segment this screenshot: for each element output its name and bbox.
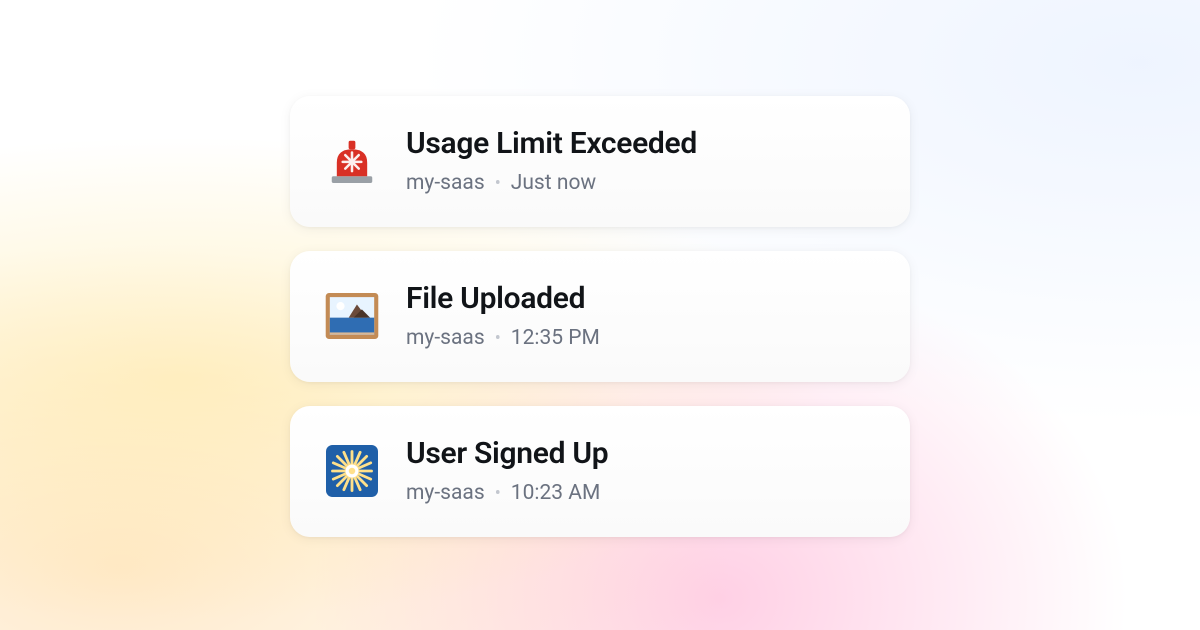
notification-source: my-saas xyxy=(406,171,485,195)
notification-source: my-saas xyxy=(406,326,485,350)
notification-meta: my-saas • 10:23 AM xyxy=(406,481,608,505)
notification-time: 10:23 AM xyxy=(511,481,601,505)
notification-title: Usage Limit Exceeded xyxy=(406,126,697,161)
sparkle-burst-icon xyxy=(324,443,380,499)
notification-card[interactable]: User Signed Up my-saas • 10:23 AM xyxy=(290,406,910,537)
meta-separator: • xyxy=(495,483,501,504)
notification-title: User Signed Up xyxy=(406,436,608,471)
notification-meta: my-saas • 12:35 PM xyxy=(406,326,600,350)
notification-card[interactable]: File Uploaded my-saas • 12:35 PM xyxy=(290,251,910,382)
meta-separator: • xyxy=(495,328,501,349)
notification-time: Just now xyxy=(511,171,596,195)
meta-separator: • xyxy=(495,173,501,194)
notification-content: Usage Limit Exceeded my-saas • Just now xyxy=(406,126,697,195)
notification-content: User Signed Up my-saas • 10:23 AM xyxy=(406,436,608,505)
notification-time: 12:35 PM xyxy=(511,326,600,350)
siren-icon xyxy=(324,133,380,189)
framed-picture-icon xyxy=(324,288,380,344)
notification-card[interactable]: Usage Limit Exceeded my-saas • Just now xyxy=(290,96,910,227)
notification-title: File Uploaded xyxy=(406,281,600,316)
notification-source: my-saas xyxy=(406,481,485,505)
notification-meta: my-saas • Just now xyxy=(406,171,697,195)
notification-content: File Uploaded my-saas • 12:35 PM xyxy=(406,281,600,350)
